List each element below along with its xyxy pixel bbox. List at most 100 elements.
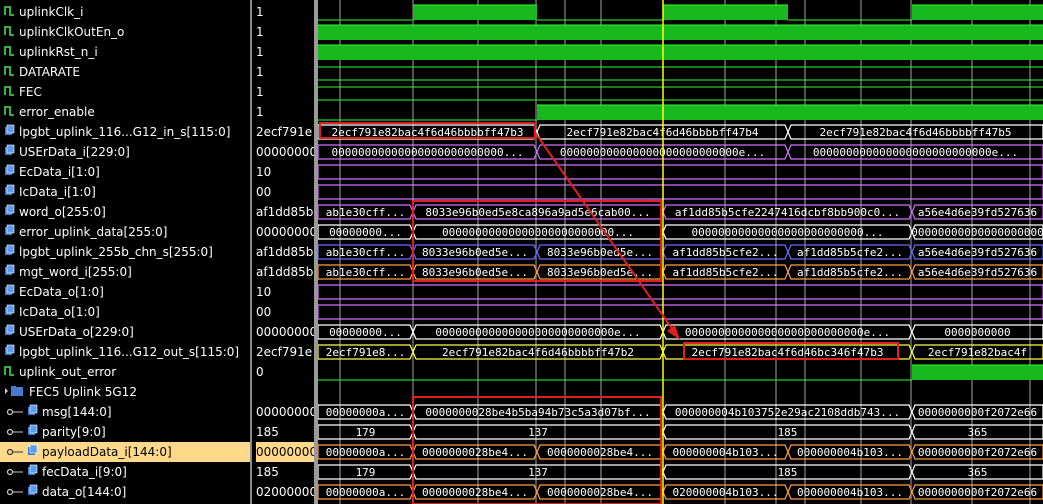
signal-row[interactable]: word_o[255:0] xyxy=(0,202,250,222)
signal-name: word_o[255:0] xyxy=(19,205,106,219)
bit-waveform[interactable] xyxy=(318,66,1043,81)
signal-row[interactable]: lpgbt_uplink_116...G12_in_s[115:0] xyxy=(0,122,250,142)
signal-value: af1dd85b xyxy=(256,245,314,259)
bus-value-label: 00000000a... xyxy=(326,486,405,499)
bit-waveform[interactable] xyxy=(318,364,1043,381)
signal-row[interactable]: FEC5 Uplink 5G12 xyxy=(0,382,250,402)
signal-row[interactable]: uplinkClkOutEn_o xyxy=(0,22,250,42)
bus-value-label: af1dd85b5cfe2... xyxy=(673,246,779,259)
bus-value-label: a56e4d6e39fd527636 xyxy=(918,246,1037,259)
bus-signal-icon xyxy=(27,463,39,483)
bus-value-label: 000000004b103... xyxy=(673,446,779,459)
bus-waveform[interactable]: 00000000a... 0000000028be4... 0000000028be… xyxy=(318,444,1043,460)
bus-waveform[interactable]: 00000000... 00000000000000000000000000...… xyxy=(318,224,1043,240)
signal-value: 02000000 xyxy=(256,485,314,499)
bit-signal-icon xyxy=(4,23,16,43)
bus-value-label: 000000000000000000000000000e... xyxy=(435,326,640,339)
signal-value: 00000000 xyxy=(256,442,314,462)
signal-row[interactable]: uplinkClk_i xyxy=(0,2,250,22)
signal-row[interactable]: uplink_out_error xyxy=(0,362,250,382)
signal-name: USErData_o[229:0] xyxy=(19,325,134,339)
bus-waveform[interactable]: 00000000... 000000000000000000000000000e.… xyxy=(318,324,1043,340)
signal-row[interactable]: DATARATE xyxy=(0,62,250,82)
signal-row[interactable]: USErData_o[229:0] xyxy=(0,322,250,342)
bus-value-label: 2ecf791e8... xyxy=(326,346,405,359)
bus-signal-icon xyxy=(4,243,16,263)
expand-icon[interactable] xyxy=(6,423,24,443)
arrow-head xyxy=(667,325,680,340)
bus-waveform[interactable] xyxy=(318,164,1043,180)
bus-value-label: 185 xyxy=(778,426,798,439)
signal-row[interactable]: msg[144:0] xyxy=(0,402,250,422)
signal-value xyxy=(256,382,314,402)
bus-signal-icon xyxy=(4,323,16,343)
expand-icon[interactable] xyxy=(6,443,24,463)
bus-value-label: 000000000000000000000000000e... xyxy=(685,326,890,339)
bus-value-label: af1dd85b5cfe2247416dcbf8bb900c0... xyxy=(675,206,900,219)
waveform-canvas[interactable]: 2ecf791e82bac4f6d46bbbbff47b3 2ecf791e82b… xyxy=(318,0,1043,504)
bus-segment[interactable] xyxy=(318,184,1043,200)
signal-row[interactable]: FEC xyxy=(0,82,250,102)
bus-waveform[interactable]: 2ecf791e82bac4f6d46bbbbff47b3 2ecf791e82b… xyxy=(318,124,1043,140)
signal-value: 0 xyxy=(256,365,264,379)
expand-icon[interactable] xyxy=(6,483,24,503)
signal-value: 00000000 xyxy=(256,145,314,159)
bus-waveform[interactable]: 00000000a... 0000000028be4b5ba94b73c5a3d0… xyxy=(318,404,1043,420)
signal-row[interactable]: data_o[144:0] xyxy=(0,482,250,502)
bit-signal-icon xyxy=(4,103,16,123)
bit-signal-icon xyxy=(4,43,16,63)
signal-row[interactable]: parity[9:0] xyxy=(0,422,250,442)
bus-value-label: 137 xyxy=(528,466,548,479)
signal-row[interactable]: IcData_i[1:0] xyxy=(0,182,250,202)
bus-segment[interactable] xyxy=(318,164,1043,180)
bus-waveform[interactable] xyxy=(318,184,1043,200)
bus-value-label: af1dd85b5cfe2... xyxy=(797,246,903,259)
bit-waveform[interactable] xyxy=(318,86,1043,101)
signal-value: 1 xyxy=(256,45,264,59)
bus-waveform[interactable]: ab1e30cff... 8033e96b0ed5e8ca896a9ad5e6ca… xyxy=(318,204,1043,220)
signal-row[interactable]: mgt_word_i[255:0] xyxy=(0,262,250,282)
bus-waveform[interactable]: 2ecf791e8... 2ecf791e82bac4f6d46bbbbff47b… xyxy=(318,344,1043,360)
bit-high-fill xyxy=(537,105,1043,120)
signal-row[interactable]: lpgbt_uplink_255b_chn_s[255:0] xyxy=(0,242,250,262)
signal-value: 2ecf791e xyxy=(256,345,313,359)
signal-row[interactable]: uplinkRst_n_i xyxy=(0,42,250,62)
bus-segment[interactable] xyxy=(318,284,1043,300)
expand-icon[interactable] xyxy=(6,403,24,423)
bit-waveform[interactable] xyxy=(318,4,1043,21)
signal-row[interactable]: error_enable xyxy=(0,102,250,122)
signal-row[interactable]: payloadData_i[144:0] xyxy=(0,442,250,462)
signal-name: uplinkClk_i xyxy=(19,5,84,19)
bit-signal-icon xyxy=(4,63,16,83)
bit-waveform[interactable] xyxy=(318,104,1043,121)
bus-waveform[interactable]: ab1e30cff... 8033e96b0ed5e... 8033e96b0ed5… xyxy=(318,264,1043,280)
bus-value-label: 0000000028be4... xyxy=(547,486,653,499)
signal-name: lpgbt_uplink_116...G12_out_s[115:0] xyxy=(19,345,240,359)
expand-icon[interactable] xyxy=(6,463,24,483)
bus-value-label: 365 xyxy=(968,426,988,439)
bit-waveform[interactable] xyxy=(318,44,1043,60)
bus-waveform[interactable]: 179 137 185 365 xyxy=(318,424,1043,440)
bit-waveform[interactable] xyxy=(318,24,1043,40)
bus-waveform[interactable] xyxy=(318,304,1043,320)
signal-row[interactable]: EcData_o[1:0] xyxy=(0,282,250,302)
bus-waveform[interactable]: 00000000000000000000000000... 00000000000… xyxy=(318,144,1043,160)
signal-row[interactable]: fecData_i[9:0] xyxy=(0,462,250,482)
signal-row[interactable]: USErData_i[229:0] xyxy=(0,142,250,162)
bus-segment[interactable] xyxy=(318,304,1043,320)
bus-value-label: 179 xyxy=(356,426,376,439)
bus-waveform[interactable]: 179 137 185 365 xyxy=(318,464,1043,480)
bus-value-label: a56e4d6e39fd527636 xyxy=(918,266,1037,279)
signal-row[interactable]: EcData_i[1:0] xyxy=(0,162,250,182)
bus-waveform[interactable] xyxy=(318,284,1043,300)
bus-waveform[interactable]: ab1e30cff... 8033e96b0ed5e... 8033e96b0ed5… xyxy=(318,244,1043,260)
bus-waveform[interactable]: 00000000a... 0000000028be4... 0000000028be… xyxy=(318,484,1043,500)
bus-signal-icon xyxy=(4,223,16,243)
signal-value: 185 xyxy=(256,465,279,479)
signal-row[interactable]: IcData_o[1:0] xyxy=(0,302,250,322)
signal-row[interactable]: lpgbt_uplink_116...G12_out_s[115:0] xyxy=(0,342,250,362)
signal-row[interactable]: error_uplink_data[255:0] xyxy=(0,222,250,242)
bit-high-fill xyxy=(663,5,788,20)
bus-value-label: 0000000028be4... xyxy=(422,446,528,459)
bus-value-label: 0000000028be4b5ba94b73c5a3d07bf... xyxy=(425,406,650,419)
